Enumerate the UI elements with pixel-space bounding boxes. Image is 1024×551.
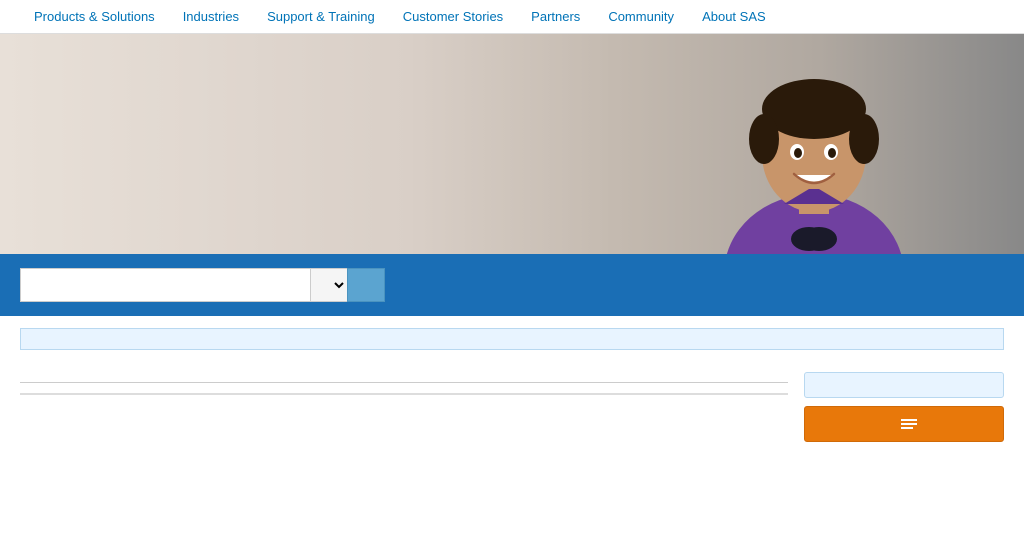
nav-item-community[interactable]: Community [594,0,688,34]
search-bar [0,254,1024,316]
nav-item-products__solutions[interactable]: Products & Solutions [20,0,169,34]
nav-item-support__training[interactable]: Support & Training [253,0,389,34]
nav-item-customer_stories[interactable]: Customer Stories [389,0,517,34]
notice-bar [20,328,1004,350]
nav-item-about_sas[interactable]: About SAS [688,0,780,34]
search-scope-select[interactable] [310,268,347,302]
hero-text [0,89,80,199]
hero-person-image [604,34,1024,254]
person-silhouette [654,44,974,254]
activity-tabs [20,382,788,383]
search-controls [20,268,385,302]
search-input[interactable] [20,268,310,302]
search-button[interactable] [347,268,385,302]
content-right [804,372,1004,450]
main-content [0,362,1024,460]
list-icon [901,419,917,429]
nav-item-industries[interactable]: Industries [169,0,253,34]
post-list [20,393,788,395]
hero-banner [0,34,1024,254]
nav-item-partners[interactable]: Partners [517,0,594,34]
top-navigation: Products & SolutionsIndustriesSupport & … [0,0,1024,34]
content-left [20,372,788,450]
find-community-button[interactable] [804,406,1004,442]
post-question-button[interactable] [804,372,1004,398]
